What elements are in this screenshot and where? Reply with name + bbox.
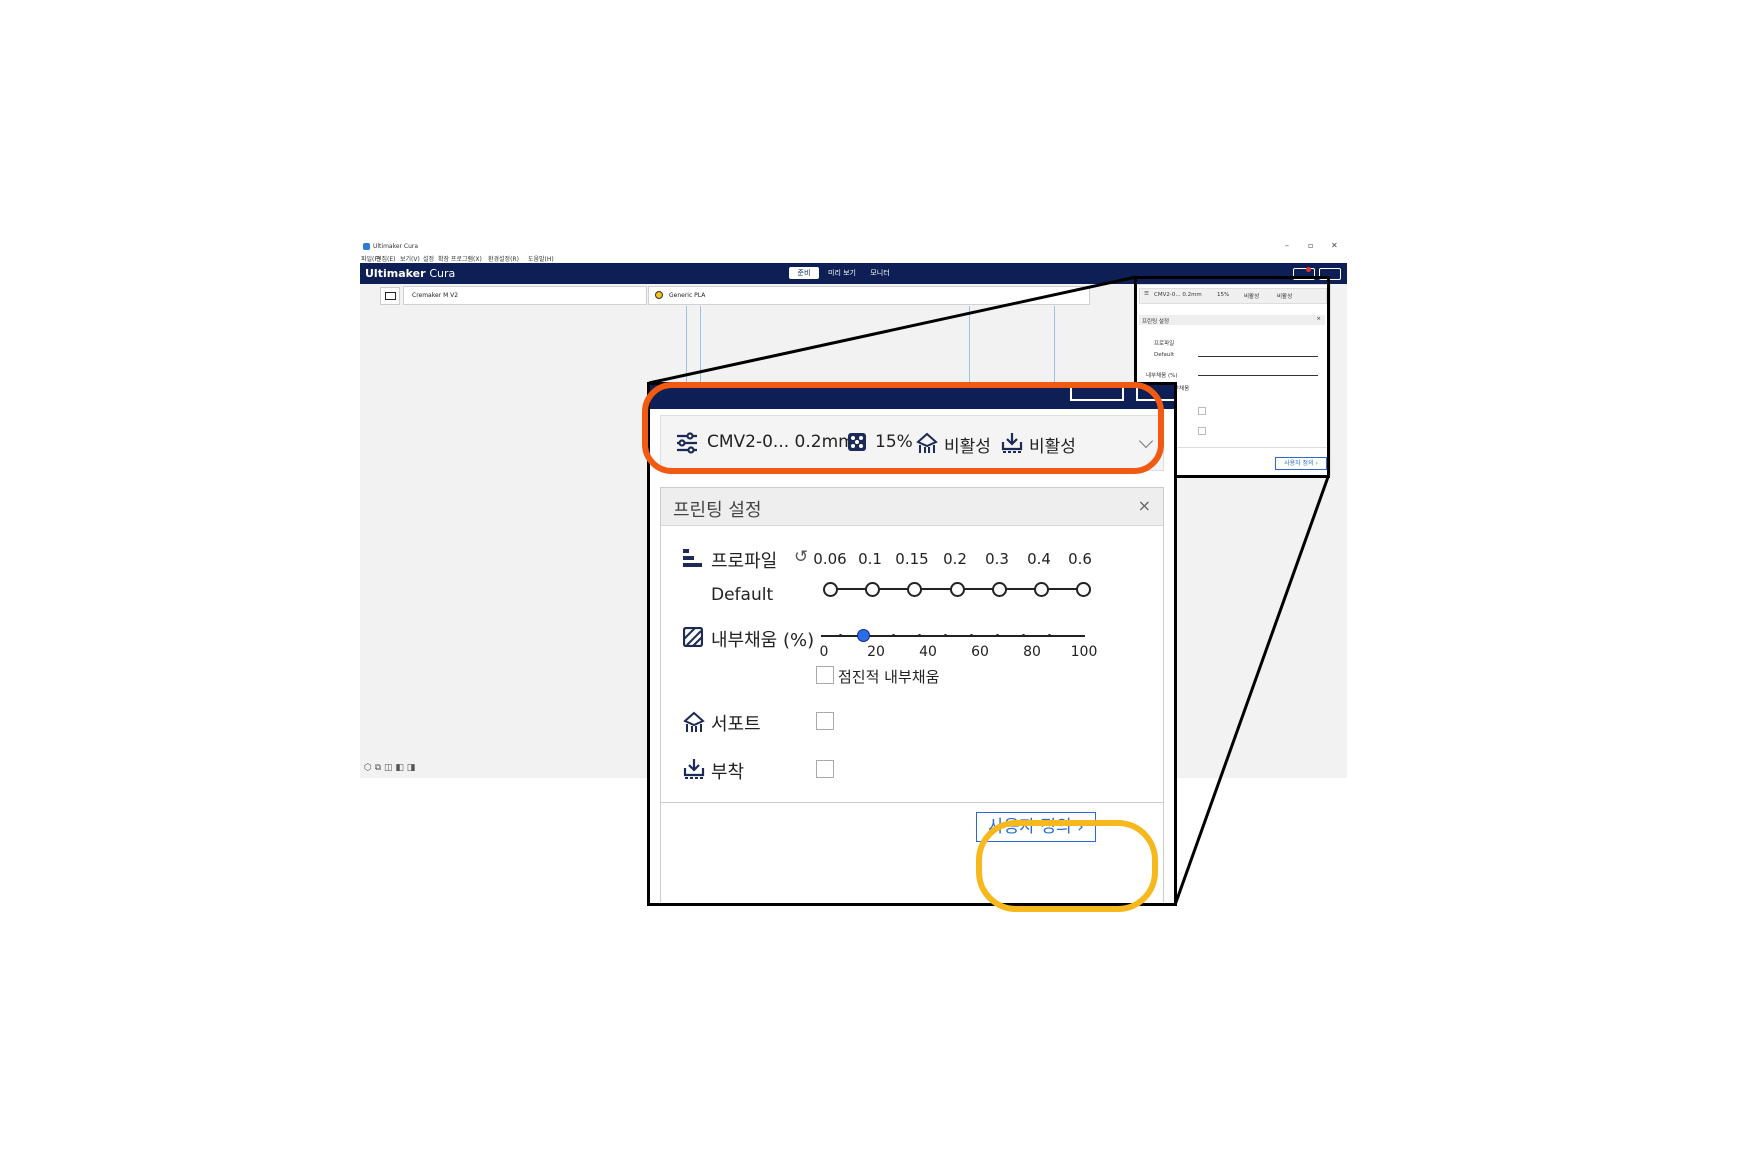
infill-tick-label: 20 bbox=[867, 644, 885, 660]
panel-header: 프린팅 설정 × bbox=[661, 488, 1163, 526]
infill-tick-mark bbox=[1022, 634, 1025, 637]
layer-height-tick: 0.3 bbox=[985, 550, 1009, 568]
support-label: 서포트 bbox=[711, 714, 761, 735]
infill-slider-handle[interactable] bbox=[857, 629, 870, 642]
infill-pattern-icon bbox=[683, 627, 703, 647]
profile-label: 프로파일 bbox=[711, 551, 778, 572]
layer-height-tick: 0.15 bbox=[895, 550, 929, 568]
layer-height-option[interactable] bbox=[1034, 582, 1049, 597]
adhesion-icon bbox=[683, 759, 705, 779]
custom-button-highlight-oval bbox=[976, 820, 1158, 912]
support-icon bbox=[683, 711, 705, 732]
layer-height-option[interactable] bbox=[992, 582, 1007, 597]
adhesion-checkbox[interactable] bbox=[816, 760, 834, 778]
infill-label: 내부채움 (%) bbox=[711, 630, 815, 651]
infill-tick-label: 0 bbox=[819, 644, 829, 660]
reset-icon[interactable]: ↺ bbox=[794, 547, 808, 567]
layer-height-tick: 0.1 bbox=[858, 550, 882, 568]
infill-tick-mark bbox=[944, 634, 947, 637]
layer-height-tick: 0.2 bbox=[943, 550, 967, 568]
infill-tick-label: 100 bbox=[1070, 644, 1098, 660]
summary-highlight-oval bbox=[642, 382, 1164, 474]
layer-height-tick: 0.06 bbox=[813, 550, 847, 568]
infill-tick-label: 60 bbox=[971, 644, 989, 660]
layer-height-tick: 0.6 bbox=[1068, 550, 1092, 568]
infill-tick-mark bbox=[918, 634, 921, 637]
layer-height-tick: 0.4 bbox=[1027, 550, 1051, 568]
panel-title: 프린팅 설정 bbox=[673, 500, 762, 521]
support-checkbox[interactable] bbox=[816, 712, 834, 730]
infill-tick-mark bbox=[1048, 634, 1051, 637]
infill-tick-label: 80 bbox=[1023, 644, 1041, 660]
infill-tick-mark bbox=[839, 634, 842, 637]
profile-value: Default bbox=[711, 585, 774, 605]
infill-tick-mark bbox=[996, 634, 999, 637]
close-icon[interactable]: × bbox=[1138, 496, 1151, 515]
layer-height-option[interactable] bbox=[907, 582, 922, 597]
layer-height-option[interactable] bbox=[865, 582, 880, 597]
panel-footer-divider bbox=[661, 802, 1163, 803]
layer-height-option[interactable] bbox=[950, 582, 965, 597]
infill-tick-mark bbox=[970, 634, 973, 637]
layer-height-option[interactable] bbox=[1076, 582, 1091, 597]
gradual-infill-checkbox[interactable] bbox=[816, 666, 834, 684]
gradual-infill-label: 점진적 내부채움 bbox=[838, 668, 940, 686]
infill-tick-mark bbox=[892, 634, 895, 637]
profile-icon bbox=[683, 549, 702, 567]
layer-height-option[interactable] bbox=[823, 582, 838, 597]
adhesion-label: 부착 bbox=[711, 762, 745, 783]
infill-tick-label: 40 bbox=[919, 644, 937, 660]
